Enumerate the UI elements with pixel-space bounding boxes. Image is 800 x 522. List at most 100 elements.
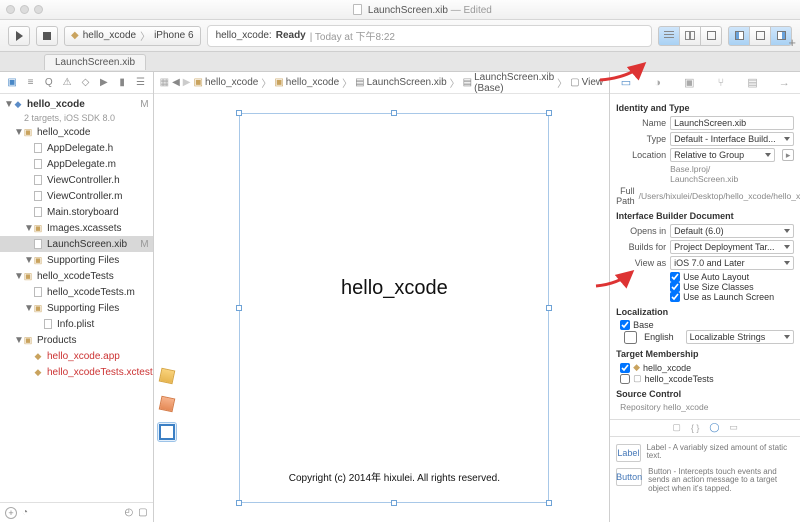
tree-item[interactable]: ▼▣Supporting Files xyxy=(0,300,153,316)
test-navigator-icon[interactable]: ◇ xyxy=(79,76,92,89)
tree-item[interactable]: ▼▣Images.xcassets xyxy=(0,220,153,236)
standard-editor-button[interactable] xyxy=(658,26,680,46)
debug-navigator-icon[interactable]: ▶ xyxy=(97,76,110,89)
ib-canvas[interactable]: hello_xcode Copyright (c) 2014年 hixulei.… xyxy=(180,94,610,522)
identity-section-title: Identity and Type xyxy=(616,103,794,113)
standard-editor-icon xyxy=(664,31,674,40)
attributes-inspector-icon[interactable]: ⑂ xyxy=(714,76,728,90)
forward-button[interactable]: ▶ xyxy=(183,77,191,88)
ib-section-title: Interface Builder Document xyxy=(616,211,794,221)
jump-bar[interactable]: ▦ ◀ ▶ ▣hello_xcode〉 ▣hello_xcode〉 ▤Launc… xyxy=(154,72,610,94)
activity-prefix: hello_xcode: xyxy=(216,30,272,41)
navigator-panel: ▣ ≡ Q ⚠ ◇ ▶ ▮ ☰ ▼◆ hello_xcode M 2 targe… xyxy=(0,72,154,522)
first-responder-icon[interactable] xyxy=(157,394,177,414)
filter-icon[interactable]: ◔ xyxy=(22,507,28,518)
size-inspector-icon[interactable]: ▤ xyxy=(746,76,760,90)
name-field[interactable]: LaunchScreen.xib xyxy=(670,116,794,130)
identity-inspector-icon[interactable]: ▣ xyxy=(682,76,696,90)
library-button-item[interactable]: Button Button - Intercepts touch events … xyxy=(616,465,794,497)
tree-item[interactable]: ◆hello_xcode.app xyxy=(0,348,153,364)
symbol-navigator-icon[interactable]: ≡ xyxy=(24,76,37,89)
panel-toggle-group xyxy=(728,26,792,46)
location-label: Location xyxy=(616,150,666,160)
tree-item[interactable]: ▼▣hello_xcode xyxy=(0,124,153,140)
file-template-library-icon[interactable]: ▢ xyxy=(672,422,681,433)
tree-item[interactable]: ◆hello_xcodeTests.xctest xyxy=(0,364,153,380)
tree-item[interactable]: hello_xcodeTests.m xyxy=(0,284,153,300)
auto-layout-checkbox[interactable]: Use Auto Layout xyxy=(670,272,794,282)
viewas-select[interactable]: iOS 7.0 and Later xyxy=(670,256,794,270)
builds-select[interactable]: Project Deployment Tar... xyxy=(670,240,794,254)
breakpoint-navigator-icon[interactable]: ▮ xyxy=(116,76,129,89)
object-library-icon[interactable]: ◯ xyxy=(709,422,719,433)
toggle-navigator-button[interactable] xyxy=(728,26,750,46)
tree-item[interactable]: ▼▣hello_xcodeTests xyxy=(0,268,153,284)
crumb-3[interactable]: LaunchScreen.xib (Base) xyxy=(474,72,554,94)
add-tab-button[interactable]: + xyxy=(788,35,796,50)
copyright-label[interactable]: Copyright (c) 2014年 hixulei. All rights … xyxy=(240,469,548,484)
project-root[interactable]: ▼◆ hello_xcode M xyxy=(0,96,153,112)
tree-item[interactable]: AppDelegate.m xyxy=(0,156,153,172)
quick-help-icon[interactable]: ◑ xyxy=(651,76,665,90)
zoom-icon[interactable] xyxy=(34,5,43,14)
toggle-debug-button[interactable] xyxy=(749,26,771,46)
tree-item[interactable]: Main.storyboard xyxy=(0,204,153,220)
stop-button[interactable] xyxy=(36,26,58,46)
report-navigator-icon[interactable]: ☰ xyxy=(134,76,147,89)
tree-item[interactable]: LaunchScreen.xibM xyxy=(0,236,153,252)
scm-filter-icon[interactable]: ▢ xyxy=(138,507,147,518)
file-inspector-icon[interactable]: ▭ xyxy=(619,76,633,90)
title-label[interactable]: hello_xcode xyxy=(240,277,548,300)
scheme-selector[interactable]: ◆ hello_xcode 〉 iPhone 6 xyxy=(64,26,201,46)
version-editor-icon xyxy=(707,31,716,40)
tree-item[interactable]: ViewController.m xyxy=(0,188,153,204)
type-select[interactable]: Default - Interface Build... xyxy=(670,132,794,146)
related-items-icon[interactable]: ▦ xyxy=(160,77,169,88)
opens-select[interactable]: Default (6.0) xyxy=(670,224,794,238)
loc-strings-select[interactable]: Localizable Strings xyxy=(686,330,794,344)
crumb-0[interactable]: hello_xcode xyxy=(205,77,258,88)
run-button[interactable] xyxy=(8,26,30,46)
loc-base-checkbox[interactable]: Base xyxy=(620,320,794,330)
loc-english-checkbox[interactable] xyxy=(624,331,637,344)
target2-checkbox[interactable]: ▢hello_xcodeTests xyxy=(620,373,794,384)
library-label-item[interactable]: Label Label - A variably sized amount of… xyxy=(616,441,794,465)
find-navigator-icon[interactable]: Q xyxy=(42,76,55,89)
crumb-2[interactable]: LaunchScreen.xib xyxy=(367,77,447,88)
tree-item[interactable]: AppDelegate.h xyxy=(0,140,153,156)
tab-launchscreen[interactable]: LaunchScreen.xib xyxy=(44,54,146,70)
launch-screen-checkbox[interactable]: Use as Launch Screen xyxy=(670,292,794,302)
add-button[interactable]: + xyxy=(5,507,17,519)
version-editor-button[interactable] xyxy=(700,26,722,46)
button-desc: Button - Intercepts touch events and sen… xyxy=(648,468,794,494)
issue-navigator-icon[interactable]: ⚠ xyxy=(61,76,74,89)
size-classes-checkbox[interactable]: Use Size Classes xyxy=(670,282,794,292)
assistant-editor-button[interactable] xyxy=(679,26,701,46)
recent-filter-icon[interactable]: ◴ xyxy=(124,507,133,518)
choose-path-button[interactable]: ▸ xyxy=(782,149,794,161)
activity-viewer: hello_xcode: Ready | Today at 下午8:22 xyxy=(207,25,652,47)
code-snippet-library-icon[interactable]: { } xyxy=(691,423,700,433)
minimize-icon[interactable] xyxy=(20,5,29,14)
view-icon[interactable] xyxy=(157,422,177,442)
target1-checkbox[interactable]: ◆hello_xcode xyxy=(620,362,794,373)
crumb-4[interactable]: View xyxy=(582,77,604,88)
tree-item[interactable]: ▼▣Products xyxy=(0,332,153,348)
name-label: Name xyxy=(616,118,666,128)
project-name: hello_xcode xyxy=(27,99,85,110)
connections-inspector-icon[interactable]: → xyxy=(777,76,791,90)
tree-item[interactable]: ▼▣Supporting Files xyxy=(0,252,153,268)
media-library-icon[interactable]: ▭ xyxy=(729,422,738,433)
crumb-1[interactable]: hello_xcode xyxy=(286,77,339,88)
file-owner-icon[interactable] xyxy=(157,366,177,386)
tree-item[interactable]: ViewController.h xyxy=(0,172,153,188)
document-icon xyxy=(353,4,362,15)
close-icon[interactable] xyxy=(6,5,15,14)
loc-english-label: English xyxy=(644,332,674,342)
location-select[interactable]: Relative to Group xyxy=(670,148,775,162)
project-navigator-icon[interactable]: ▣ xyxy=(6,76,19,89)
tree-item[interactable]: Info.plist xyxy=(0,316,153,332)
back-button[interactable]: ◀ xyxy=(172,77,180,88)
window-edited: — Edited xyxy=(451,5,492,16)
view-object[interactable]: hello_xcode Copyright (c) 2014年 hixulei.… xyxy=(239,113,549,503)
